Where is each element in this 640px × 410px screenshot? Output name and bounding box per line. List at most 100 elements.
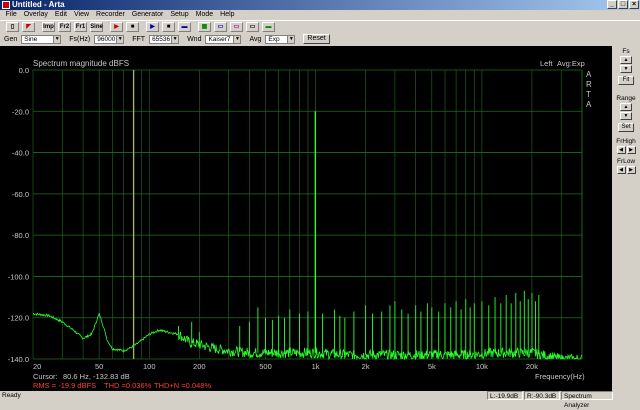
set-button[interactable]: Set <box>618 123 634 132</box>
x-tick-label: 1k <box>312 362 320 371</box>
toolbar: ▯ ◤ Imp Fr2 Fr1 Sine ▶ ■ ▶ ■ ▬ ▦ ▭ ▭ ▭ ▬ <box>0 20 640 32</box>
y-tick-label: -80.0 <box>12 231 29 240</box>
range-label: Range <box>616 95 636 102</box>
chevron-down-icon: ▼ <box>233 35 241 43</box>
fft-value: 65536 <box>152 35 171 43</box>
scope-icon[interactable]: ▭ <box>230 21 243 32</box>
y-tick-label: -60.0 <box>12 190 29 199</box>
chevron-down-icon: ▼ <box>287 35 295 43</box>
channel-label: Left <box>540 59 553 68</box>
reset-button[interactable]: Reset <box>303 34 330 44</box>
y-tick-label: -120.0 <box>8 314 29 323</box>
menu-help[interactable]: Help <box>217 10 238 20</box>
left-level: L:-19.9dB <box>487 391 523 400</box>
window-title: Untitled - Arta <box>12 0 65 9</box>
x-axis-label: Frequency(Hz) <box>535 372 585 381</box>
minimize-button[interactable]: _ <box>607 0 617 9</box>
thd-readout: THD =0.036% <box>104 381 152 390</box>
frhigh-right-button[interactable]: ▶ <box>626 146 636 154</box>
frlow-controls: ◀ ▶ <box>616 165 636 174</box>
scale-down-button[interactable]: ▼ <box>620 65 632 73</box>
fs-value: 96000 <box>97 35 116 43</box>
zoom-icon[interactable]: ▦ <box>198 21 211 32</box>
menu-view[interactable]: View <box>70 10 92 20</box>
fft-label: FFT <box>132 35 146 43</box>
mode-indicator: Spectrum Analyzer <box>561 391 613 409</box>
close-button[interactable]: × <box>629 0 639 9</box>
record-icon[interactable]: ▶ <box>110 21 123 32</box>
frhigh-left-button[interactable]: ◀ <box>616 146 626 154</box>
stop-play-icon[interactable]: ■ <box>162 21 175 32</box>
frlow-left-button[interactable]: ◀ <box>616 166 626 174</box>
y-tick-label: -40.0 <box>12 149 29 158</box>
maximize-button[interactable]: □ <box>618 0 628 9</box>
x-tick-label: 20 <box>33 362 41 371</box>
play-icon[interactable]: ▶ <box>146 21 159 32</box>
gen-select[interactable]: Sine ▼ <box>21 34 62 44</box>
x-tick-label: 200 <box>193 362 206 371</box>
avg-select[interactable]: Exp ▼ <box>265 34 296 44</box>
frlow-label: FrLow <box>616 158 636 165</box>
y-tick-label: -20.0 <box>12 107 29 116</box>
rms-readout: RMS = -19.9 dBFS <box>33 381 96 390</box>
x-tick-label: 5k <box>428 362 436 371</box>
thdn-readout: THD+N =0.048% <box>154 381 211 390</box>
imp-button[interactable]: Imp <box>42 21 55 32</box>
average-icon[interactable]: ▬ <box>178 21 191 32</box>
average-mode-label: Avg:Exp <box>557 59 585 68</box>
gen-label: Gen <box>4 35 18 43</box>
cursor-label: Cursor: <box>33 372 58 381</box>
sine-button[interactable]: Sine <box>90 21 103 32</box>
spectrum-chart[interactable]: 0.0 -20.0 -40.0 -60.0 -80.0 -100.0 -120.0 -140.… <box>0 46 612 391</box>
avg-value: Exp <box>268 35 280 43</box>
right-control-panel: Fs ▲ ▼ Fit Range ▲ ▼ Set FrHigh ◀ ▶ FrLo… <box>612 46 640 391</box>
menu-setup[interactable]: Setup <box>167 10 192 20</box>
chevron-down-icon: ▼ <box>53 35 61 43</box>
y-tick-label: -140.0 <box>8 355 29 364</box>
fr1-button[interactable]: Fr1 <box>74 21 87 32</box>
scale-up-button[interactable]: ▲ <box>620 56 632 64</box>
y-tick-label: 0.0 <box>19 66 29 75</box>
title-bar: Untitled - Arta _ □ × <box>0 0 640 10</box>
chevron-down-icon: ▼ <box>171 35 179 43</box>
arta-letter-a2: A <box>586 100 592 109</box>
right-level: R:-90.3dB <box>524 391 560 400</box>
fit-button[interactable]: Fit <box>618 76 634 85</box>
x-tick-label: 500 <box>259 362 272 371</box>
chevron-down-icon: ▼ <box>116 35 124 43</box>
fft-icon[interactable]: ▭ <box>246 21 259 32</box>
range-up-button[interactable]: ▲ <box>620 103 632 111</box>
x-tick-label: 10k <box>476 362 488 371</box>
stop-icon[interactable]: ■ <box>126 21 139 32</box>
menu-recorder[interactable]: Recorder <box>93 10 129 20</box>
peak-icon[interactable]: ▭ <box>214 21 227 32</box>
x-tick-label: 2k <box>362 362 370 371</box>
menu-edit[interactable]: Edit <box>51 10 70 20</box>
arta-letter-a1: A <box>586 70 592 79</box>
x-tick-label: 50 <box>95 362 103 371</box>
fs-select[interactable]: 96000 ▼ <box>94 34 125 44</box>
wnd-label: Wnd <box>187 35 202 43</box>
generator-bar: Gen Sine ▼ Fs(Hz) 96000 ▼ FFT 65536 ▼ Wnd K… <box>0 33 640 45</box>
fft-select[interactable]: 65536 ▼ <box>149 34 180 44</box>
cursor-readout: 80.6 Hz, -132.83 dB <box>63 372 130 381</box>
frhigh-label: FrHigh <box>616 138 636 145</box>
fr2-button[interactable]: Fr2 <box>58 21 71 32</box>
y-tick-label: -100.0 <box>8 272 29 281</box>
menu-mode[interactable]: Mode <box>192 10 217 20</box>
menu-overlay[interactable]: Overlay <box>20 10 51 20</box>
gen-value: Sine <box>24 35 38 43</box>
x-tick-label: 20k <box>526 362 538 371</box>
open-file-icon[interactable]: ◤ <box>22 21 35 32</box>
menu-generator[interactable]: Generator <box>128 10 167 20</box>
x-tick-label: 100 <box>143 362 156 371</box>
color-icon[interactable]: ▬ <box>262 21 275 32</box>
menu-file[interactable]: File <box>2 10 20 20</box>
range-down-button[interactable]: ▼ <box>620 112 632 120</box>
spectrum-plot-area[interactable]: 0.0 -20.0 -40.0 -60.0 -80.0 -100.0 -120.0 -140.… <box>0 46 612 391</box>
frlow-right-button[interactable]: ▶ <box>626 166 636 174</box>
wnd-select[interactable]: Kaiser7 ▼ <box>205 34 242 44</box>
arta-letter-t: T <box>586 90 591 99</box>
new-file-icon[interactable]: ▯ <box>6 21 19 32</box>
fs-scale-label: Fs <box>622 48 630 55</box>
